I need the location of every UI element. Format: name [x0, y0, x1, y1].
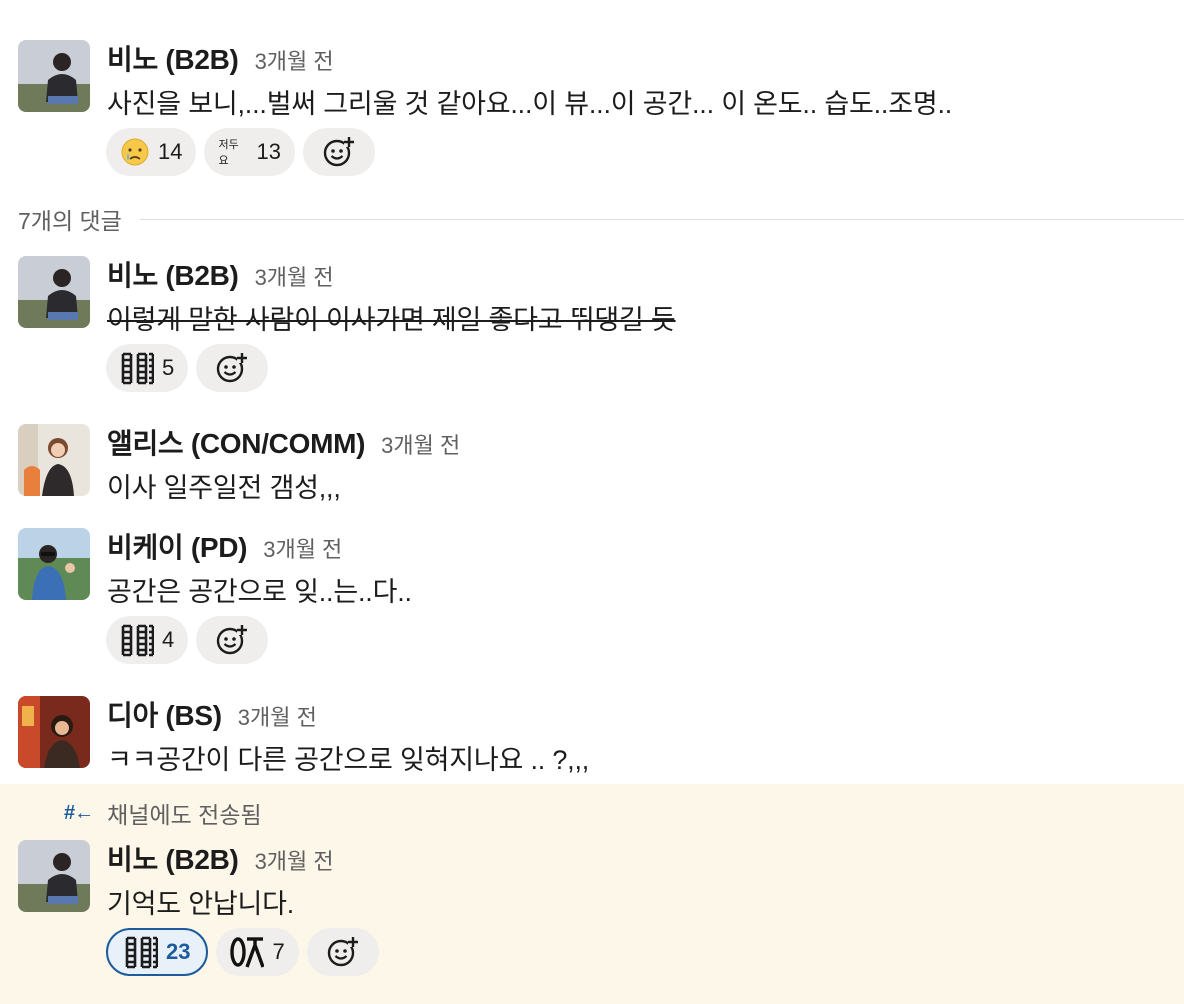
avatar[interactable] — [18, 424, 90, 496]
message-header: 앨리스 (CON/COMM) 3개월 전 — [107, 422, 460, 462]
author-name[interactable]: 비노 (B2B) — [107, 38, 239, 78]
reaction-crying-lines[interactable]: 4 — [106, 616, 189, 664]
author-name[interactable]: 디아 (BS) — [107, 694, 222, 734]
reaction-count: 14 — [158, 139, 183, 164]
reaction-count: 7 — [272, 939, 285, 964]
add-reaction-button[interactable] — [196, 344, 269, 392]
reply-count-label: 7개의 댓글 — [18, 208, 122, 234]
timestamp[interactable]: 3개월 전 — [263, 532, 342, 564]
reaction-ox[interactable]: 7 — [216, 928, 299, 976]
crying-lines-emoji — [120, 623, 154, 657]
reaction-crying-face[interactable]: 14 — [106, 128, 197, 176]
reaction-bar: 23 7 — [106, 928, 379, 976]
reaction-count: 5 — [162, 355, 175, 380]
message-text: 이렇게 말한 사람이 이사가면 제일 좋다고 뛰댕길 듯 — [107, 305, 676, 335]
add-emoji-icon — [326, 935, 360, 969]
crying-face-icon — [120, 137, 150, 167]
message-header: 디아 (BS) 3개월 전 — [107, 694, 317, 734]
message-text: ㅋㅋ공간이 다른 공간으로 잊혀지나요 .. ?,,, — [107, 745, 590, 775]
message-text: 공간은 공간으로 잊..는..다.. — [107, 577, 412, 607]
crying-lines-emoji — [124, 935, 158, 969]
avatar[interactable] — [18, 256, 90, 328]
reaction-count: 23 — [166, 939, 191, 964]
reaction-crying-lines[interactable]: 5 — [106, 344, 189, 392]
jeodoyo-emoji-text: 저두요 — [218, 138, 239, 167]
message-text: 기억도 안납니다. — [107, 889, 295, 919]
add-emoji-icon — [215, 623, 249, 657]
author-name[interactable]: 비케이 (PD) — [107, 526, 248, 566]
reaction-bar: 4 — [106, 616, 269, 664]
timestamp[interactable]: 3개월 전 — [381, 428, 460, 460]
message-text: 이사 일주일전 갬성,,, — [107, 473, 341, 503]
add-emoji-icon — [322, 135, 356, 169]
message-header: 비노 (B2B) 3개월 전 — [107, 254, 334, 294]
add-reaction-button[interactable] — [306, 928, 379, 976]
avatar[interactable] — [18, 696, 90, 768]
also-sent-to-channel-note[interactable]: #← 채널에도 전송됨 — [64, 796, 262, 830]
add-reaction-button[interactable] — [196, 616, 269, 664]
message-text: 사진을 보니,...벌써 그리울 것 같아요...이 뷰...이 공간... 이… — [107, 89, 953, 119]
reaction-crying-lines-selected[interactable]: 23 — [106, 928, 209, 976]
add-emoji-icon — [215, 351, 249, 385]
add-reaction-button[interactable] — [302, 128, 375, 176]
avatar[interactable] — [18, 528, 90, 600]
reaction-count: 4 — [162, 627, 175, 652]
message-header: 비노 (B2B) 3개월 전 — [107, 38, 334, 78]
message-header: 비케이 (PD) 3개월 전 — [107, 526, 342, 566]
timestamp[interactable]: 3개월 전 — [238, 700, 317, 732]
channel-share-icon: #← — [64, 801, 94, 824]
message-header: 비노 (B2B) 3개월 전 — [107, 838, 334, 878]
author-name[interactable]: 비노 (B2B) — [107, 254, 239, 294]
reaction-jeodoyo[interactable]: 저두요 13 — [204, 128, 295, 176]
author-name[interactable]: 앨리스 (CON/COMM) — [107, 422, 365, 462]
sent-to-channel-label: 채널에도 전송됨 — [107, 802, 262, 828]
reaction-count: 13 — [256, 139, 281, 164]
ox-emoji — [230, 935, 265, 969]
thread-reply-divider: 7개의 댓글 — [18, 204, 1184, 234]
author-name[interactable]: 비노 (B2B) — [107, 838, 239, 878]
reaction-bar: 14 저두요 13 — [106, 128, 375, 176]
timestamp[interactable]: 3개월 전 — [255, 260, 334, 292]
avatar[interactable] — [18, 40, 90, 112]
avatar[interactable] — [18, 840, 90, 912]
crying-lines-emoji — [120, 351, 154, 385]
reaction-bar: 5 — [106, 344, 269, 392]
timestamp[interactable]: 3개월 전 — [255, 844, 334, 876]
timestamp[interactable]: 3개월 전 — [255, 44, 334, 76]
jeodoyo-text-emoji: 저두요 — [218, 136, 248, 168]
divider-line — [139, 218, 1184, 220]
